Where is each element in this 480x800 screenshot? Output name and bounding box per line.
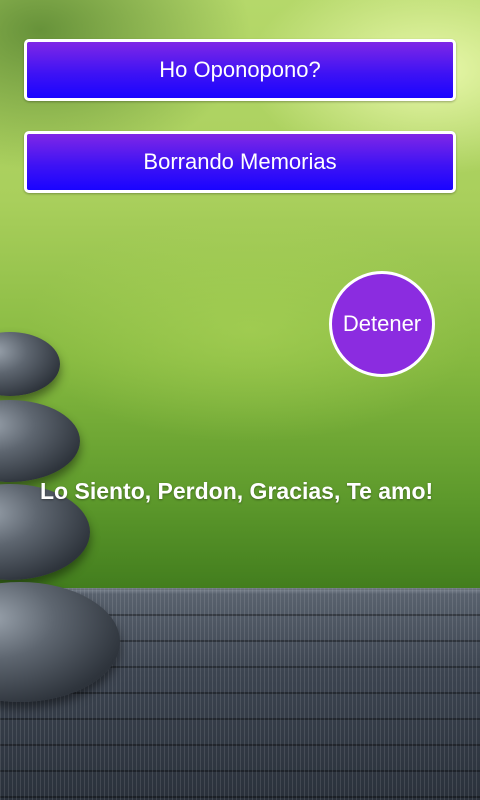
detener-button[interactable]: Detener (329, 271, 435, 377)
affirmation-text: Lo Siento, Perdon, Gracias, Te amo! (40, 478, 434, 504)
stone-1 (0, 332, 60, 396)
stone-2 (0, 400, 80, 482)
ho-oponopono-button[interactable]: Ho Oponopono? (24, 39, 456, 101)
borrando-memorias-button[interactable]: Borrando Memorias (24, 131, 456, 193)
app-screen: Ho Oponopono? Borrando Memorias Detener … (0, 0, 480, 800)
